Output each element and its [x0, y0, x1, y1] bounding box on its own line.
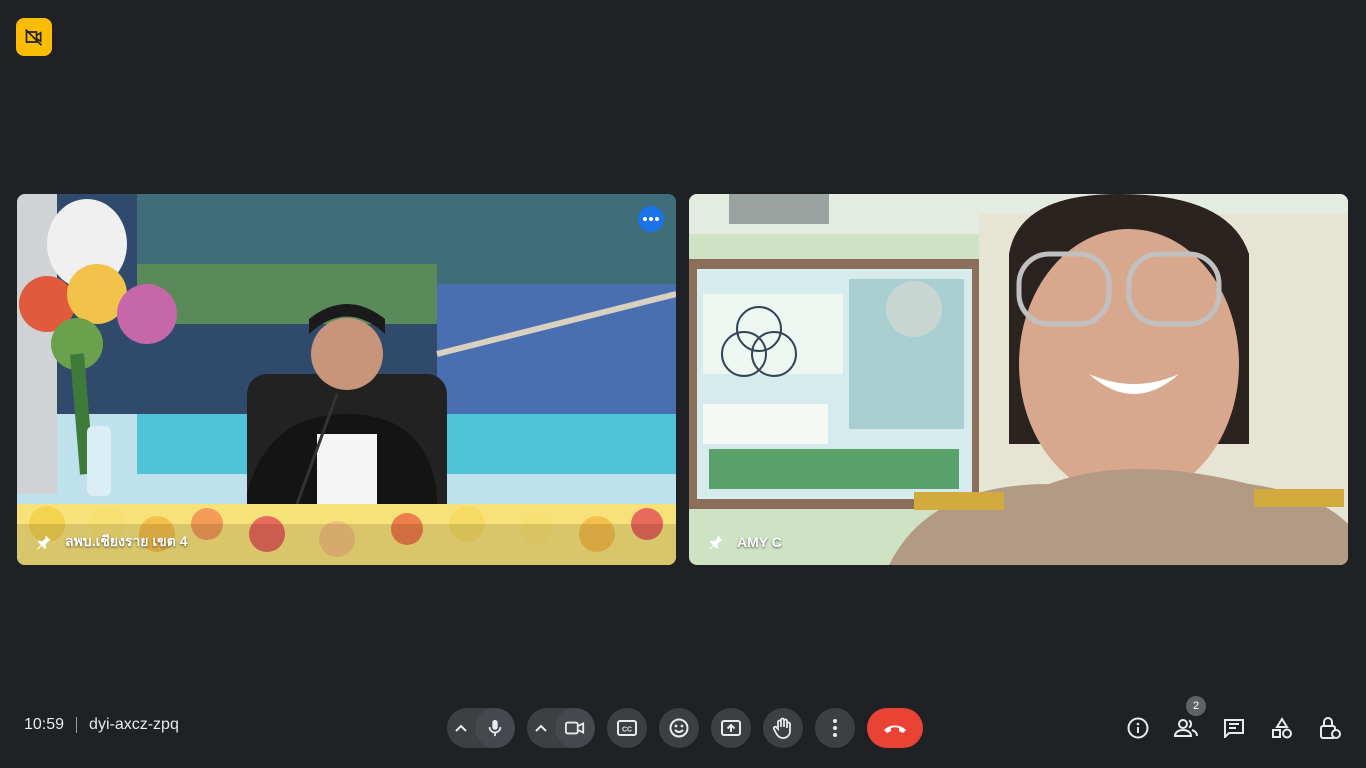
participant-video-2 [689, 194, 1348, 565]
camera-button[interactable] [555, 708, 595, 748]
pin-icon[interactable] [705, 531, 727, 553]
audio-settings-chevron-icon[interactable] [447, 708, 475, 748]
meeting-details: 10:59 dyi-axcz-zpq [24, 716, 179, 734]
camera-icon [565, 721, 585, 735]
video-settings-chevron-icon[interactable] [527, 708, 555, 748]
participant-tile-2[interactable]: AMY C [689, 194, 1348, 565]
present-button[interactable] [711, 708, 751, 748]
bottom-toolbar: 10:59 dyi-axcz-zpq CC 2 [0, 696, 1366, 760]
audio-control [447, 708, 515, 748]
participant-video-1 [17, 194, 676, 565]
divider [76, 717, 78, 733]
people-icon [1174, 719, 1198, 737]
no-camera-icon[interactable] [16, 18, 52, 56]
participant-tile-1[interactable]: ลพบ.เชียงราย เขต 4 [17, 194, 676, 565]
meeting-info-button[interactable] [1118, 708, 1158, 748]
svg-text:CC: CC [622, 727, 632, 734]
participant-name-1: ลพบ.เชียงราย เขต 4 [33, 531, 188, 553]
raise-hand-button[interactable] [763, 708, 803, 748]
vertical-dots-icon [833, 719, 837, 737]
activities-button[interactable] [1262, 708, 1302, 748]
lock-icon [1320, 717, 1341, 739]
pin-icon[interactable] [33, 531, 55, 553]
host-controls-button[interactable] [1310, 708, 1350, 748]
activities-icon [1272, 717, 1292, 739]
end-call-button[interactable] [867, 708, 923, 748]
people-count-badge: 2 [1186, 696, 1206, 716]
chat-button[interactable] [1214, 708, 1254, 748]
reactions-button[interactable] [659, 708, 699, 748]
side-panel-tools: 2 [1118, 696, 1350, 748]
participant-label-2: AMY C [737, 534, 782, 550]
present-screen-icon [721, 720, 741, 736]
people-button[interactable]: 2 [1166, 696, 1206, 748]
end-call-icon [884, 725, 906, 733]
mic-icon [488, 719, 502, 737]
chat-icon [1224, 719, 1244, 738]
more-options-button[interactable] [815, 708, 855, 748]
emoji-icon [669, 718, 689, 738]
info-icon [1127, 717, 1149, 739]
participant-name-2: AMY C [705, 531, 782, 553]
captions-icon: CC [617, 720, 637, 736]
call-controls: CC [447, 708, 923, 748]
captions-button[interactable]: CC [607, 708, 647, 748]
meeting-time: 10:59 [24, 716, 65, 733]
hand-icon [773, 717, 791, 739]
video-control [527, 708, 595, 748]
participant-label-1: ลพบ.เชียงราย เขต 4 [65, 533, 188, 549]
more-options-icon[interactable] [638, 206, 664, 232]
meeting-code[interactable]: dyi-axcz-zpq [89, 716, 179, 734]
mic-button[interactable] [475, 708, 515, 748]
meet-stage: ลพบ.เชียงราย เขต 4 AMY C 10:59 dyi-axcz-… [0, 0, 1366, 768]
